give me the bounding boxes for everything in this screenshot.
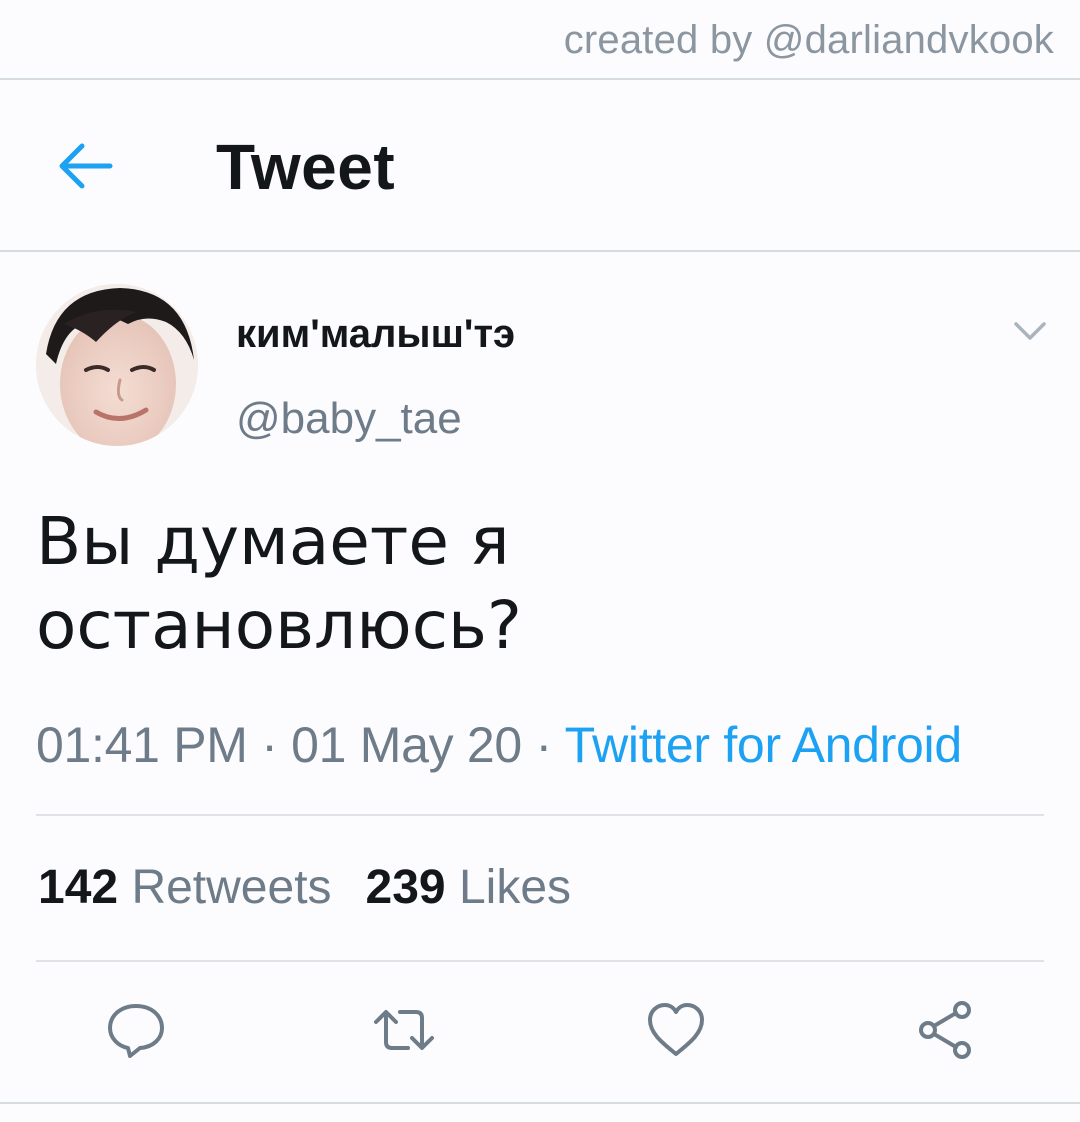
tweet-text-line: остановлюсь? — [36, 587, 522, 664]
retweet-icon — [374, 1010, 434, 1050]
tweet-actions-bar — [0, 990, 1080, 1070]
back-button[interactable] — [52, 136, 116, 196]
tweet-source-link[interactable]: Twitter for Android — [565, 717, 963, 773]
watermark-text: created by @darliandvkook — [563, 18, 1054, 62]
arrow-left-icon — [59, 143, 113, 189]
retweets-stat[interactable]: 142 Retweets — [38, 861, 332, 914]
retweet-label: Retweets — [131, 861, 332, 914]
retweet-count: 142 — [38, 861, 119, 914]
author-display-name[interactable]: ким'малыш'тэ — [236, 312, 515, 357]
like-label: Likes — [458, 861, 572, 914]
tweet-metadata: 01:41 PM · 01 May 20 · Twitter for Andro… — [36, 716, 962, 774]
retweet-button[interactable] — [372, 998, 436, 1062]
like-count: 239 — [365, 861, 446, 914]
tweet-text: Вы думаете я остановлюсь? — [36, 500, 1036, 668]
tweet-date: 01 May 20 — [291, 717, 522, 773]
divider — [36, 814, 1044, 816]
reply-button[interactable] — [104, 998, 168, 1062]
like-button[interactable] — [644, 998, 708, 1062]
tweet-header: Tweet — [0, 80, 1080, 252]
meta-separator: · — [535, 717, 553, 773]
page-title: Tweet — [216, 131, 396, 203]
divider — [36, 960, 1044, 962]
watermark-bar: created by @darliandvkook — [0, 0, 1080, 80]
chevron-down-icon — [1014, 322, 1046, 340]
meta-separator: · — [261, 717, 278, 773]
tweet-text-line: Вы думаете я — [36, 503, 510, 580]
share-icon — [919, 1001, 971, 1059]
reply-icon — [108, 1004, 164, 1058]
avatar-photo — [36, 284, 198, 446]
author-handle[interactable]: @baby_tae — [236, 394, 462, 444]
tweet-time: 01:41 PM — [36, 717, 248, 773]
bottom-divider — [0, 1102, 1080, 1104]
tweet-options-button[interactable] — [1010, 312, 1050, 348]
share-button[interactable] — [914, 998, 978, 1062]
tweet-stats: 142 Retweets 239 Likes — [38, 860, 571, 915]
likes-stat[interactable]: 239 Likes — [366, 861, 572, 914]
avatar[interactable] — [36, 284, 198, 446]
heart-icon — [648, 1003, 704, 1056]
